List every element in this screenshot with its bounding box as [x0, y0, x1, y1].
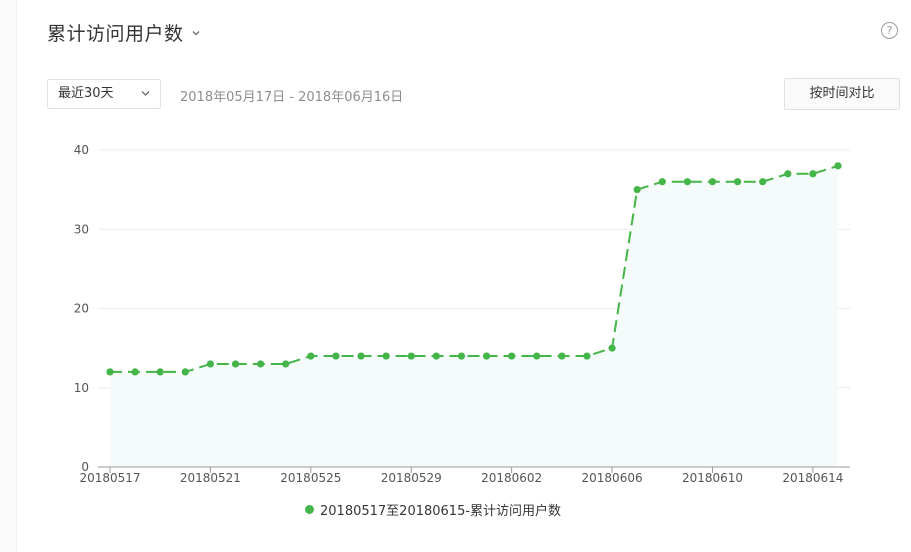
x-tick-label: 20180602 — [481, 471, 542, 485]
data-point — [307, 352, 315, 360]
data-point — [733, 178, 742, 186]
data-point — [708, 178, 717, 186]
data-point — [332, 352, 340, 360]
data-point — [834, 162, 842, 170]
date-range: 2018年05月17日 - 2018年06月16日 — [180, 90, 404, 105]
chevron-down-icon[interactable] — [192, 29, 200, 37]
chart-title: 累计访问用户数 — [47, 23, 184, 45]
data-point — [181, 368, 189, 376]
x-tick-label: 20180521 — [180, 471, 241, 485]
help-icon[interactable]: ? — [881, 22, 898, 39]
line-chart: 01020304020180517 20180521 20180525 2018052… — [74, 143, 850, 485]
data-point — [457, 352, 466, 360]
data-point — [156, 368, 164, 376]
data-point — [206, 360, 215, 368]
data-point — [282, 360, 290, 368]
chart-header: 累计访问用户数 — [47, 19, 200, 46]
data-point — [407, 352, 415, 360]
x-tick-label: 20180610 — [682, 471, 743, 485]
y-tick-label: 10 — [74, 381, 89, 395]
data-point — [533, 352, 541, 360]
data-point — [809, 170, 817, 178]
x-tick-label: 20180517 — [79, 471, 140, 485]
y-tick-label: 40 — [74, 143, 89, 157]
data-point — [658, 178, 666, 186]
data-point — [558, 352, 566, 360]
x-tick-label: 20180606 — [582, 471, 643, 485]
data-point — [382, 352, 390, 360]
data-point — [231, 360, 240, 368]
data-point — [759, 178, 767, 186]
range-select[interactable]: 最近30天 — [47, 79, 161, 109]
data-point — [633, 186, 641, 194]
data-point — [106, 368, 114, 376]
data-point — [508, 352, 516, 360]
y-tick-label: 20 — [74, 302, 89, 316]
data-point — [608, 344, 616, 352]
range-select-value: 最近30天 — [58, 86, 114, 101]
legend-marker — [305, 505, 314, 514]
x-tick-label: 20180525 — [280, 471, 341, 485]
data-point — [432, 352, 440, 360]
x-tick-label: 20180614 — [782, 471, 843, 485]
data-point — [482, 352, 491, 360]
chevron-down-icon — [141, 91, 150, 96]
data-point — [357, 352, 365, 360]
data-point — [131, 368, 139, 376]
y-tick-label: 30 — [74, 222, 89, 236]
data-point — [683, 178, 691, 186]
data-point — [257, 360, 265, 368]
data-point — [784, 170, 792, 178]
chart-legend: 20180517至20180615-累计访问用户数 — [305, 500, 561, 519]
data-point — [583, 352, 591, 360]
series-area — [110, 165, 838, 467]
legend-label: 20180517至20180615-累计访问用户数 — [320, 504, 562, 519]
compare-button[interactable]: 按时间对比 — [784, 78, 900, 110]
x-tick-label: 20180529 — [381, 471, 442, 485]
